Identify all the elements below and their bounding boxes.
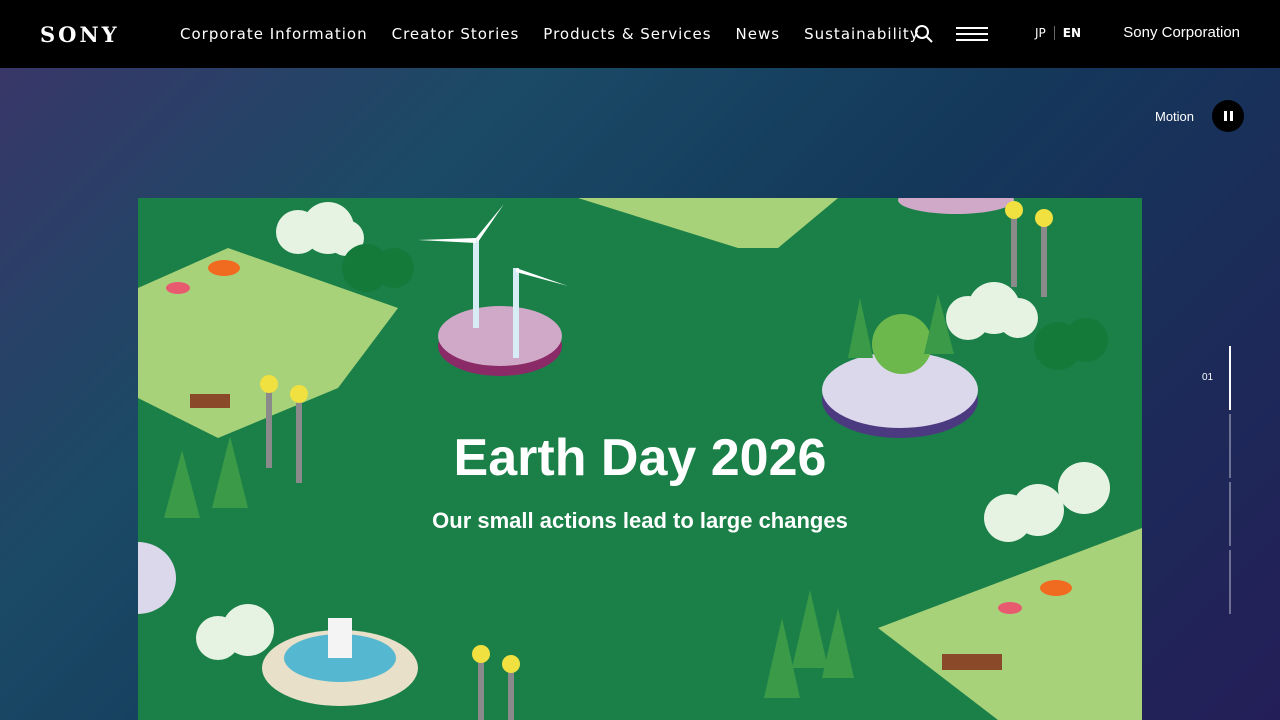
sony-logo[interactable]: SONY xyxy=(40,22,120,47)
pause-button[interactable] xyxy=(1212,100,1245,132)
hero-title: Earth Day 2026 xyxy=(453,429,827,487)
lang-en[interactable]: EN xyxy=(1063,26,1081,40)
language-switcher: JP EN xyxy=(1035,26,1081,40)
motion-control: Motion xyxy=(1155,100,1245,132)
pause-icon xyxy=(1223,111,1227,121)
nav-creator-stories[interactable]: Creator Stories xyxy=(392,25,520,43)
slide-indicator-2[interactable] xyxy=(1229,414,1231,478)
slide-indicator-3[interactable] xyxy=(1229,482,1231,546)
lang-jp[interactable]: JP xyxy=(1035,26,1046,40)
menu-icon[interactable] xyxy=(956,27,988,41)
nav-sustainability[interactable]: Sustainability xyxy=(804,25,920,43)
sony-corporation-link[interactable]: Sony Corporation xyxy=(1123,24,1240,41)
lang-divider xyxy=(1053,26,1055,40)
nav-corporate-information[interactable]: Corporate Information xyxy=(180,25,368,43)
slide-indicator-4[interactable] xyxy=(1229,550,1231,614)
motion-label: Motion xyxy=(1155,108,1195,124)
site-header: SONY Corporate Information Creator Stori… xyxy=(0,0,1280,68)
slide-indicator-1[interactable] xyxy=(1229,346,1231,410)
slide-number: 01 xyxy=(1202,372,1214,383)
hero-subtitle: Our small actions lead to large changes xyxy=(432,508,848,533)
nav-products-services[interactable]: Products & Services xyxy=(543,25,711,43)
nav-news[interactable]: News xyxy=(736,25,781,43)
main-nav: Corporate Information Creator Stories Pr… xyxy=(180,0,920,68)
search-icon[interactable] xyxy=(914,24,934,44)
hero-banner[interactable]: Earth Day 2026 Our small actions lead to… xyxy=(138,198,1142,720)
